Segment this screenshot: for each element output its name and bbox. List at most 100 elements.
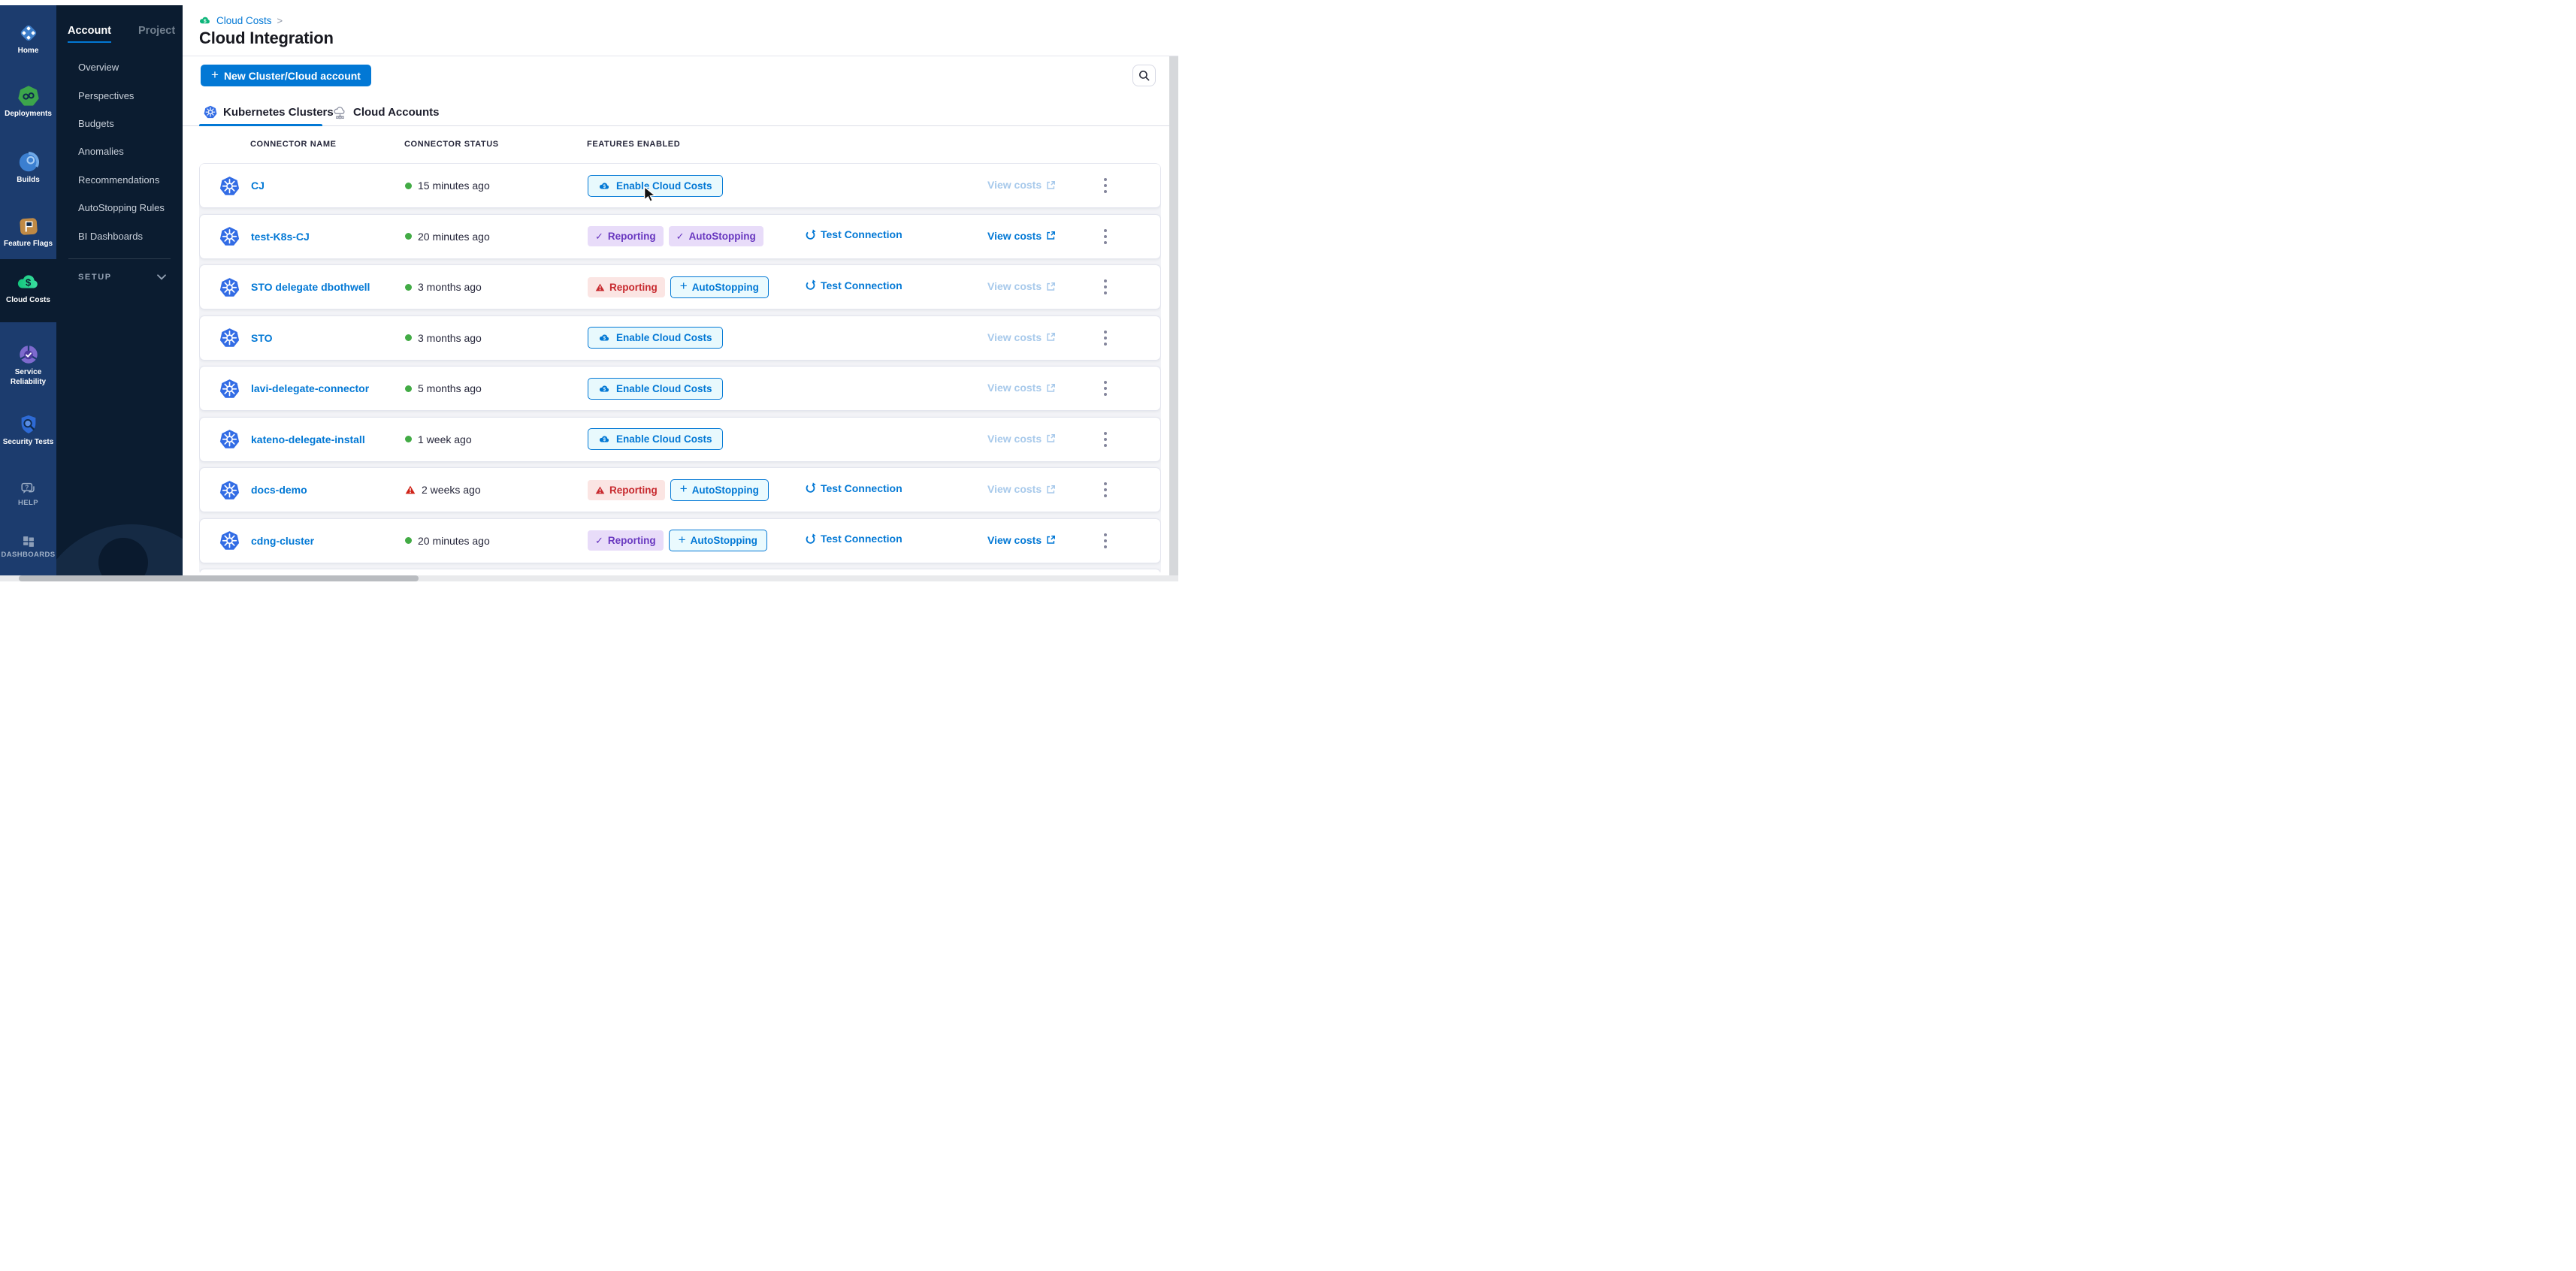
status-text: 5 months ago — [418, 382, 482, 394]
row-menu-cell — [1099, 429, 1160, 450]
table-row: cdng-cluster 20 minutes ago $ ✓ Reportin… — [199, 518, 1161, 563]
sidebar-item-perspectives[interactable]: Perspectives — [56, 81, 183, 109]
module-item-dashboards[interactable]: DASHBOARDS — [0, 535, 56, 560]
plus-icon: + — [680, 279, 688, 294]
module-item-home[interactable]: Home — [0, 22, 56, 56]
row-menu-cell — [1099, 328, 1160, 349]
search-button[interactable] — [1132, 65, 1156, 86]
module-item-deployments[interactable]: Deployments — [0, 85, 56, 119]
side-nav-decoration — [56, 514, 183, 581]
connector-name-link[interactable]: cdng-cluster — [251, 535, 405, 547]
cloud-accounts-icon — [333, 105, 347, 119]
view-costs-cell: View costs — [987, 280, 1099, 294]
connector-status: 2 weeks ago — [405, 484, 588, 496]
cloud-costs-icon: $ — [199, 14, 211, 26]
new-cluster-cloud-account-button[interactable]: + New Cluster/Cloud account — [201, 65, 371, 86]
enable-cloud-costs-button[interactable]: $ Enable Cloud Costs — [588, 428, 723, 450]
tab-project[interactable]: Project — [138, 25, 175, 43]
sidebar-item-bi-dashboards[interactable]: BI Dashboards — [56, 222, 183, 249]
kubernetes-icon — [219, 379, 240, 399]
test-connection-link[interactable]: Test Connection — [805, 279, 903, 291]
breadcrumb-separator: > — [277, 15, 283, 26]
help-icon: ? — [20, 482, 37, 497]
module-item-service-reliability[interactable]: Service Reliability — [0, 343, 56, 387]
row-menu-button[interactable] — [1099, 328, 1111, 349]
connector-name-link[interactable]: test-K8s-CJ — [251, 231, 405, 243]
add-autostopping-button[interactable]: + AutoStopping — [670, 276, 769, 298]
test-connection-link[interactable]: Test Connection — [805, 228, 903, 240]
module-item-feature-flags[interactable]: Feature Flags — [0, 215, 56, 249]
tab-account[interactable]: Account — [68, 25, 111, 43]
view-costs-link[interactable]: View costs — [987, 534, 1056, 546]
status-text: 2 weeks ago — [422, 484, 481, 496]
table-row: STO delegate dbothwell 3 months ago $ Re… — [199, 264, 1161, 309]
view-costs-cell: View costs — [987, 331, 1099, 345]
table-row: lavi-delegate-connector 5 months ago $ E… — [199, 366, 1161, 411]
setup-section-toggle[interactable]: SETUP — [56, 270, 183, 288]
app-window: Home Deployments Builds Feature Flags $ … — [0, 0, 1178, 581]
external-link-icon — [1046, 535, 1056, 545]
connector-name-link[interactable]: lavi-delegate-connector — [251, 382, 405, 394]
security-tests-icon — [17, 413, 40, 436]
enable-cloud-costs-button[interactable]: $ Enable Cloud Costs — [588, 327, 723, 349]
cloud-dollar-icon: $ — [598, 180, 611, 192]
connector-name-link[interactable]: STO delegate dbothwell — [251, 281, 405, 293]
sidebar-item-autostopping-rules[interactable]: AutoStopping Rules — [56, 194, 183, 222]
test-connection-link[interactable]: Test Connection — [805, 482, 903, 494]
home-icon — [17, 22, 40, 44]
module-item-builds[interactable]: Builds — [0, 151, 56, 186]
row-menu-button[interactable] — [1099, 530, 1111, 551]
features-enabled-cell: $ Enable Cloud Costs — [588, 428, 805, 450]
external-link-icon — [1046, 231, 1056, 240]
tab-cloud-accounts[interactable]: Cloud Accounts — [333, 98, 439, 126]
feature-flags-icon — [17, 215, 40, 237]
cloud-costs-side-nav: Account Project Overview Perspectives Bu… — [56, 5, 183, 581]
sidebar-item-anomalies[interactable]: Anomalies — [56, 137, 183, 165]
tab-kubernetes-clusters[interactable]: Kubernetes Clusters — [204, 98, 334, 126]
add-autostopping-button[interactable]: + AutoStopping — [669, 530, 767, 551]
column-connector-name: CONNECTOR NAME — [250, 140, 404, 149]
page-title: Cloud Integration — [199, 29, 334, 48]
test-connection-link[interactable]: Test Connection — [805, 533, 903, 545]
check-icon: ✓ — [676, 231, 685, 243]
status-warning-icon — [405, 485, 416, 494]
status-text: 15 minutes ago — [418, 180, 490, 192]
module-item-cloud-costs[interactable]: $ Cloud Costs — [0, 270, 56, 306]
row-menu-button[interactable] — [1099, 378, 1111, 399]
test-connection-cell: Test Connection — [805, 279, 987, 295]
row-menu-cell — [1099, 530, 1160, 551]
status-text: 3 months ago — [418, 281, 482, 293]
enable-cloud-costs-button[interactable]: $ Enable Cloud Costs — [588, 378, 723, 400]
row-menu-button[interactable] — [1099, 276, 1111, 297]
row-menu-button[interactable] — [1099, 429, 1111, 450]
external-link-icon — [1046, 383, 1056, 393]
svg-text:?: ? — [25, 484, 29, 491]
status-ok-dot — [405, 334, 412, 341]
row-menu-button[interactable] — [1099, 175, 1111, 196]
connector-name-link[interactable]: docs-demo — [251, 484, 405, 496]
connector-name-link[interactable]: STO — [251, 332, 405, 344]
breadcrumb-cloud-costs-link[interactable]: Cloud Costs — [216, 15, 272, 26]
connector-status: 15 minutes ago — [405, 180, 588, 192]
connector-name-link[interactable]: CJ — [251, 180, 405, 192]
connector-status: 3 months ago — [405, 332, 588, 344]
search-icon — [1138, 70, 1150, 82]
sidebar-item-recommendations[interactable]: Recommendations — [56, 166, 183, 194]
connector-name-link[interactable]: kateno-delegate-install — [251, 433, 405, 445]
module-item-help[interactable]: ? HELP — [0, 482, 56, 508]
side-nav-divider — [68, 258, 171, 259]
enable-cloud-costs-button[interactable]: $ Enable Cloud Costs — [588, 175, 723, 197]
features-enabled-cell: $ Reporting + AutoStopping — [588, 276, 805, 298]
connector-status: 5 months ago — [405, 382, 588, 394]
module-item-security-tests[interactable]: Security Tests — [0, 413, 56, 448]
vertical-scrollbar[interactable] — [1169, 56, 1178, 575]
row-menu-button[interactable] — [1099, 226, 1111, 247]
row-menu-button[interactable] — [1099, 479, 1111, 500]
add-autostopping-button[interactable]: + AutoStopping — [670, 479, 769, 501]
sidebar-item-budgets[interactable]: Budgets — [56, 110, 183, 137]
horizontal-scrollbar-thumb[interactable] — [19, 575, 419, 581]
view-costs-link[interactable]: View costs — [987, 230, 1056, 242]
connector-status: 3 months ago — [405, 281, 588, 293]
row-menu-cell — [1099, 378, 1160, 399]
sidebar-item-overview[interactable]: Overview — [56, 53, 183, 81]
